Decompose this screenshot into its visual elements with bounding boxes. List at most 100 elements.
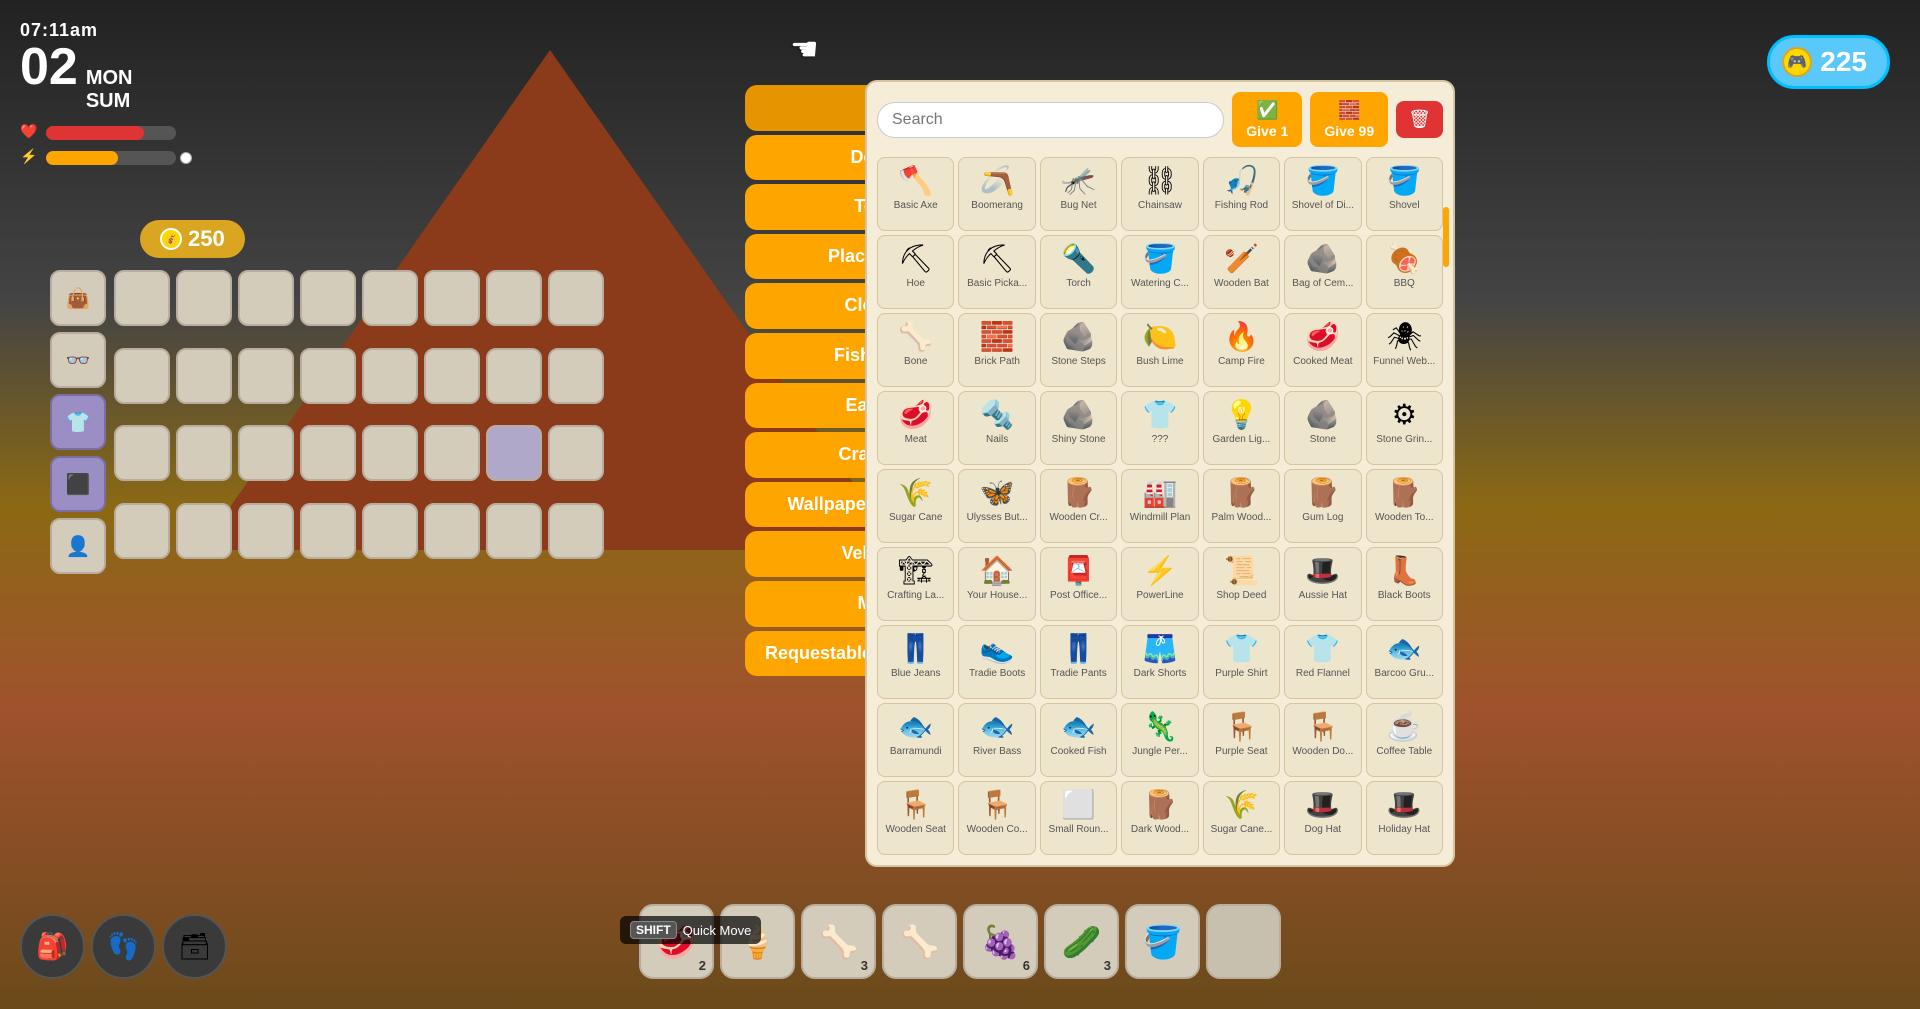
item-cell[interactable]: 🧱 Brick Path [958,313,1035,387]
item-cell[interactable]: 🏭 Windmill Plan [1121,469,1198,543]
item-cell[interactable]: 📮 Post Office... [1040,547,1117,621]
item-cell[interactable]: 🔥 Camp Fire [1203,313,1280,387]
bag-icon[interactable]: 🎒 [20,914,85,979]
inv-slot-8[interactable] [548,270,604,326]
give99-button[interactable]: 🧱 Give 99 [1310,92,1388,147]
item-cell[interactable]: ⛏ Basic Picka... [958,235,1035,309]
item-cell[interactable]: 🪣 Watering C... [1121,235,1198,309]
inv-slot-16[interactable] [548,348,604,404]
inv-slot-24[interactable] [548,425,604,481]
item-cell[interactable]: 🐟 Barcoo Gru... [1366,625,1443,699]
item-cell[interactable]: 🥩 Cooked Meat [1284,313,1361,387]
inv-slot-2[interactable] [176,270,232,326]
item-cell[interactable]: 🪨 Stone Steps [1040,313,1117,387]
item-cell[interactable]: 🩳 Dark Shorts [1121,625,1198,699]
hotbar-slot-7[interactable]: 🪣 [1125,904,1200,979]
item-cell[interactable]: 🦟 Bug Net [1040,157,1117,231]
item-cell[interactable]: 🪑 Purple Seat [1203,703,1280,777]
sidebar-slot-4[interactable]: ⬛ [50,456,106,512]
inv-slot-32[interactable] [548,503,604,559]
chest-icon[interactable]: 🗃 [162,914,227,979]
inv-slot-7[interactable] [486,270,542,326]
give1-button[interactable]: ✅ Give 1 [1232,92,1302,147]
item-cell[interactable]: 🏠 Your House... [958,547,1035,621]
item-cell[interactable]: 🦎 Jungle Per... [1121,703,1198,777]
item-cell[interactable]: ⚡ PowerLine [1121,547,1198,621]
item-cell[interactable]: 🪵 Wooden Cr... [1040,469,1117,543]
item-cell[interactable]: 🐟 Barramundi [877,703,954,777]
item-cell[interactable]: 👕 Red Flannel [1284,625,1361,699]
inv-slot-10[interactable] [176,348,232,404]
inv-slot-21[interactable] [362,425,418,481]
inv-slot-29[interactable] [362,503,418,559]
inv-slot-28[interactable] [300,503,356,559]
item-cell[interactable]: 🔩 Nails [958,391,1035,465]
item-cell[interactable]: 👕 Purple Shirt [1203,625,1280,699]
inv-slot-26[interactable] [176,503,232,559]
inv-slot-13[interactable] [362,348,418,404]
item-cell[interactable]: 🦋 Ulysses But... [958,469,1035,543]
item-cell[interactable]: 🌾 Sugar Cane... [1203,781,1280,855]
inv-slot-23[interactable] [486,425,542,481]
inv-slot-15[interactable] [486,348,542,404]
inv-slot-30[interactable] [424,503,480,559]
item-cell[interactable]: 🐟 River Bass [958,703,1035,777]
item-cell[interactable]: 🎩 Holiday Hat [1366,781,1443,855]
item-cell[interactable]: 🪓 Basic Axe [877,157,954,231]
item-cell[interactable]: 👢 Black Boots [1366,547,1443,621]
hotbar-slot-3[interactable]: 🦴3 [801,904,876,979]
inv-slot-20[interactable] [300,425,356,481]
inv-slot-5[interactable] [362,270,418,326]
search-input[interactable] [877,102,1224,138]
inv-slot-19[interactable] [238,425,294,481]
item-cell[interactable]: 🐟 Cooked Fish [1040,703,1117,777]
item-cell[interactable]: ⬜ Small Roun... [1040,781,1117,855]
item-cell[interactable]: 👖 Tradie Pants [1040,625,1117,699]
inv-slot-12[interactable] [300,348,356,404]
item-cell[interactable]: 🕷 Funnel Web... [1366,313,1443,387]
footprint-icon[interactable]: 👣 [91,914,156,979]
inv-slot-6[interactable] [424,270,480,326]
item-cell[interactable]: 🌾 Sugar Cane [877,469,954,543]
sidebar-slot-3[interactable]: 👕 [50,394,106,450]
item-cell[interactable]: 📜 Shop Deed [1203,547,1280,621]
item-cell[interactable]: 🪣 Shovel of Di... [1284,157,1361,231]
item-cell[interactable]: 🪑 Wooden Do... [1284,703,1361,777]
sidebar-slot-2[interactable]: 👓 [50,332,106,388]
inv-slot-3[interactable] [238,270,294,326]
hotbar-slot-6[interactable]: 🥒3 [1044,904,1119,979]
sidebar-slot-5[interactable]: 👤 [50,518,106,574]
item-cell[interactable]: 🍖 BBQ [1366,235,1443,309]
item-cell[interactable]: 🥩 Meat [877,391,954,465]
item-cell[interactable]: 🪑 Wooden Seat [877,781,954,855]
item-cell[interactable]: 🎩 Aussie Hat [1284,547,1361,621]
inv-slot-22[interactable] [424,425,480,481]
item-cell[interactable]: 🪨 Stone [1284,391,1361,465]
item-cell[interactable]: 🪵 Wooden To... [1366,469,1443,543]
item-cell[interactable]: 🪵 Dark Wood... [1121,781,1198,855]
item-cell[interactable]: ⛓ Chainsaw [1121,157,1198,231]
inv-slot-4[interactable] [300,270,356,326]
delete-button[interactable]: 🗑 [1396,101,1443,138]
inv-slot-25[interactable] [114,503,170,559]
item-cell[interactable]: 🪨 Shiny Stone [1040,391,1117,465]
item-cell[interactable]: ☕ Coffee Table [1366,703,1443,777]
item-cell[interactable]: 👖 Blue Jeans [877,625,954,699]
item-cell[interactable]: 👟 Tradie Boots [958,625,1035,699]
item-cell[interactable]: ⚙ Stone Grin... [1366,391,1443,465]
item-cell[interactable]: 🍋 Bush Lime [1121,313,1198,387]
item-cell[interactable]: 🏗 Crafting La... [877,547,954,621]
item-cell[interactable]: 🏏 Wooden Bat [1203,235,1280,309]
item-cell[interactable]: ⛏ Hoe [877,235,954,309]
item-cell[interactable]: 🪨 Bag of Cem... [1284,235,1361,309]
inv-slot-27[interactable] [238,503,294,559]
inv-slot-31[interactable] [486,503,542,559]
item-cell[interactable]: 🪣 Shovel [1366,157,1443,231]
hotbar-slot-8[interactable] [1206,904,1281,979]
item-cell[interactable]: 🪵 Gum Log [1284,469,1361,543]
item-cell[interactable]: 🎣 Fishing Rod [1203,157,1280,231]
item-cell[interactable]: 🪃 Boomerang [958,157,1035,231]
item-cell[interactable]: 👕 ??? [1121,391,1198,465]
item-cell[interactable]: 🪑 Wooden Co... [958,781,1035,855]
hotbar-slot-4[interactable]: 🦴 [882,904,957,979]
